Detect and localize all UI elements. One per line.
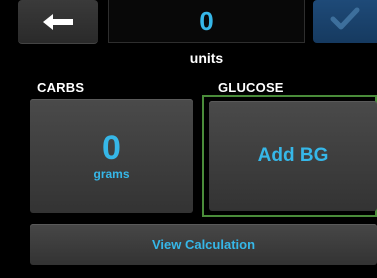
units-label: units (189, 50, 224, 66)
bolus-screen: 0 units CARBS GLUCOSE 0 grams Add BG Vie… (0, 0, 377, 278)
view-calculation-button[interactable]: View Calculation (30, 224, 377, 265)
carbs-input-button[interactable]: 0 grams (30, 99, 193, 213)
add-bg-label: Add BG (257, 145, 329, 166)
add-bg-button[interactable]: Add BG (209, 101, 377, 211)
back-button[interactable] (18, 0, 98, 44)
glucose-section-label: GLUCOSE (218, 80, 284, 95)
view-calculation-label: View Calculation (151, 237, 256, 252)
arrow-left-icon (43, 13, 73, 30)
carbs-unit-label: grams (93, 167, 130, 181)
confirm-button[interactable] (313, 0, 377, 43)
carbs-value: 0 (102, 129, 121, 167)
bolus-units-value: 0 (199, 5, 214, 36)
bolus-units-display[interactable]: 0 (108, 0, 305, 43)
checkmark-icon (330, 7, 360, 36)
carbs-section-label: CARBS (37, 80, 85, 95)
